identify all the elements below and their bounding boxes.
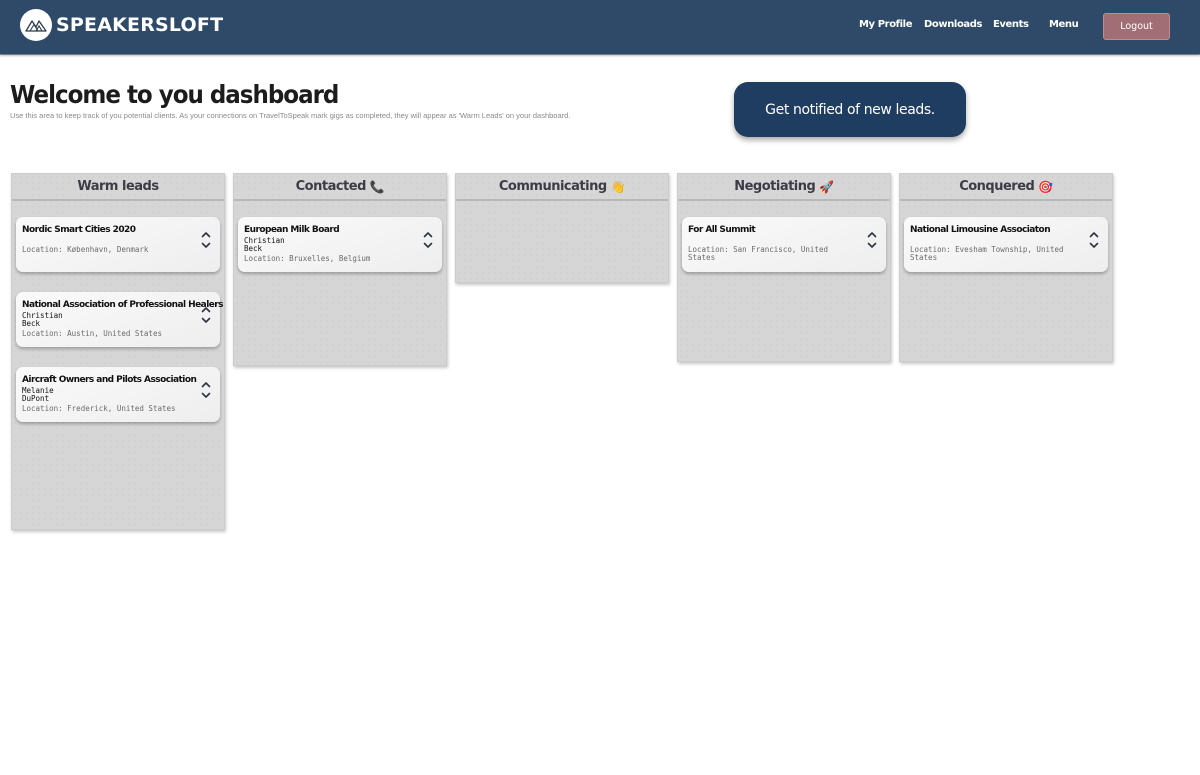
waving-hand-icon: 👋 — [610, 179, 626, 194]
nav-menu[interactable]: Menu — [1049, 19, 1079, 30]
chevron-up-icon[interactable] — [866, 229, 878, 240]
column-header: Negotiating 🚀 — [678, 174, 890, 201]
chevron-up-icon[interactable] — [422, 229, 434, 240]
lead-location: Location: Evesham Township, United State… — [910, 245, 1064, 262]
lead-title: National Association of Professional Hea… — [22, 300, 224, 310]
lead-location: Location: Frederick, United States — [22, 404, 176, 413]
chevron-down-icon[interactable] — [200, 240, 212, 251]
chevron-up-icon[interactable] — [200, 304, 212, 315]
top-navigation-bar: SPEAKERSLOFT My Profile Downloads Events… — [0, 0, 1200, 55]
column-negotiating[interactable]: Negotiating 🚀 For All Summit Location: San … — [677, 173, 891, 362]
card-list: European Milk Board Christian Beck Location… — [234, 201, 446, 272]
lead-title: Nordic Smart Cities 2020 — [22, 225, 136, 235]
nav-events[interactable]: Events — [993, 19, 1029, 30]
reorder-controls — [866, 229, 878, 251]
column-conquered[interactable]: Conquered 🎯 National Limousine Associaton L… — [899, 173, 1113, 362]
chevron-up-icon[interactable] — [200, 379, 212, 390]
contact-last-name: DuPont — [22, 394, 50, 403]
lead-location: Location: San Francisco, United States — [688, 245, 828, 262]
lead-card[interactable]: National Association of Professional Hea… — [16, 292, 224, 347]
reorder-controls — [200, 379, 212, 401]
column-title: Negotiating — [734, 179, 816, 194]
column-header: Conquered 🎯 — [900, 174, 1112, 201]
lead-location: Location: København, Denmark — [22, 245, 149, 254]
contact-first-name: Christian — [244, 236, 285, 245]
get-notified-button[interactable]: Get notified of new leads. — [734, 82, 966, 137]
column-warm-leads[interactable]: Warm leads Nordic Smart Cities 2020 Locati… — [11, 173, 225, 530]
lead-card[interactable]: European Milk Board Christian Beck Location… — [238, 217, 442, 272]
chevron-up-icon[interactable] — [200, 229, 212, 240]
rocket-icon: 🚀 — [819, 179, 834, 194]
card-list: National Limousine Associaton Location: E… — [900, 201, 1112, 272]
page-subtitle: Use this area to keep track of you poten… — [10, 111, 571, 120]
target-icon: 🎯 — [1038, 179, 1053, 194]
lead-card[interactable]: For All Summit Location: San Francisco, U… — [682, 217, 886, 272]
card-list — [456, 201, 668, 217]
reorder-controls — [422, 229, 434, 251]
contact-last-name: Beck — [22, 319, 41, 328]
lead-title: Aircraft Owners and Pilots Association — [22, 375, 197, 385]
chevron-down-icon[interactable] — [866, 240, 878, 251]
brand-logo[interactable]: SPEAKERSLOFT — [20, 9, 223, 41]
page-title: Welcome to you dashboard — [10, 80, 339, 109]
nav-my-profile[interactable]: My Profile — [859, 19, 912, 30]
chevron-up-icon[interactable] — [1088, 229, 1100, 240]
column-communicating[interactable]: Communicating 👋 — [455, 173, 669, 283]
card-list: For All Summit Location: San Francisco, U… — [678, 201, 890, 272]
reorder-controls — [200, 304, 212, 326]
lead-card[interactable]: National Limousine Associaton Location: E… — [904, 217, 1108, 272]
column-title: Communicating — [498, 179, 607, 194]
chevron-down-icon[interactable] — [200, 390, 212, 401]
chevron-down-icon[interactable] — [1088, 240, 1100, 251]
reorder-controls — [1088, 229, 1100, 251]
column-title: Contacted — [295, 179, 367, 194]
nav-downloads[interactable]: Downloads — [924, 19, 982, 30]
brand-name: SPEAKERSLOFT — [56, 14, 224, 36]
lead-location: Location: Austin, United States — [22, 329, 162, 338]
logout-button[interactable]: Logout — [1103, 13, 1170, 40]
chevron-down-icon[interactable] — [422, 240, 434, 251]
reorder-controls — [200, 229, 212, 251]
column-title: Warm leads — [77, 179, 159, 194]
lead-card[interactable]: Nordic Smart Cities 2020 Location: Københ… — [16, 217, 220, 272]
column-header: Warm leads — [12, 174, 224, 201]
contact-last-name: Beck — [244, 244, 263, 253]
lead-title: National Limousine Associaton — [910, 225, 1051, 235]
lead-title: European Milk Board — [244, 225, 340, 235]
lead-title: For All Summit — [688, 225, 756, 235]
column-header: Contacted 📞 — [234, 174, 446, 201]
card-list: Nordic Smart Cities 2020 Location: Københ… — [12, 201, 224, 422]
column-header: Communicating 👋 — [456, 174, 668, 201]
mountain-logo-icon — [20, 9, 52, 41]
phone-icon: 📞 — [369, 179, 385, 194]
column-contacted[interactable]: Contacted 📞 European Milk Board Christian Be… — [233, 173, 447, 366]
column-title: Conquered — [959, 179, 1035, 194]
chevron-down-icon[interactable] — [200, 315, 212, 326]
contact-first-name: Christian — [22, 311, 63, 320]
lead-location: Location: Bruxelles, Belgium — [244, 254, 371, 263]
lead-card[interactable]: Aircraft Owners and Pilots Association Me… — [16, 367, 220, 422]
